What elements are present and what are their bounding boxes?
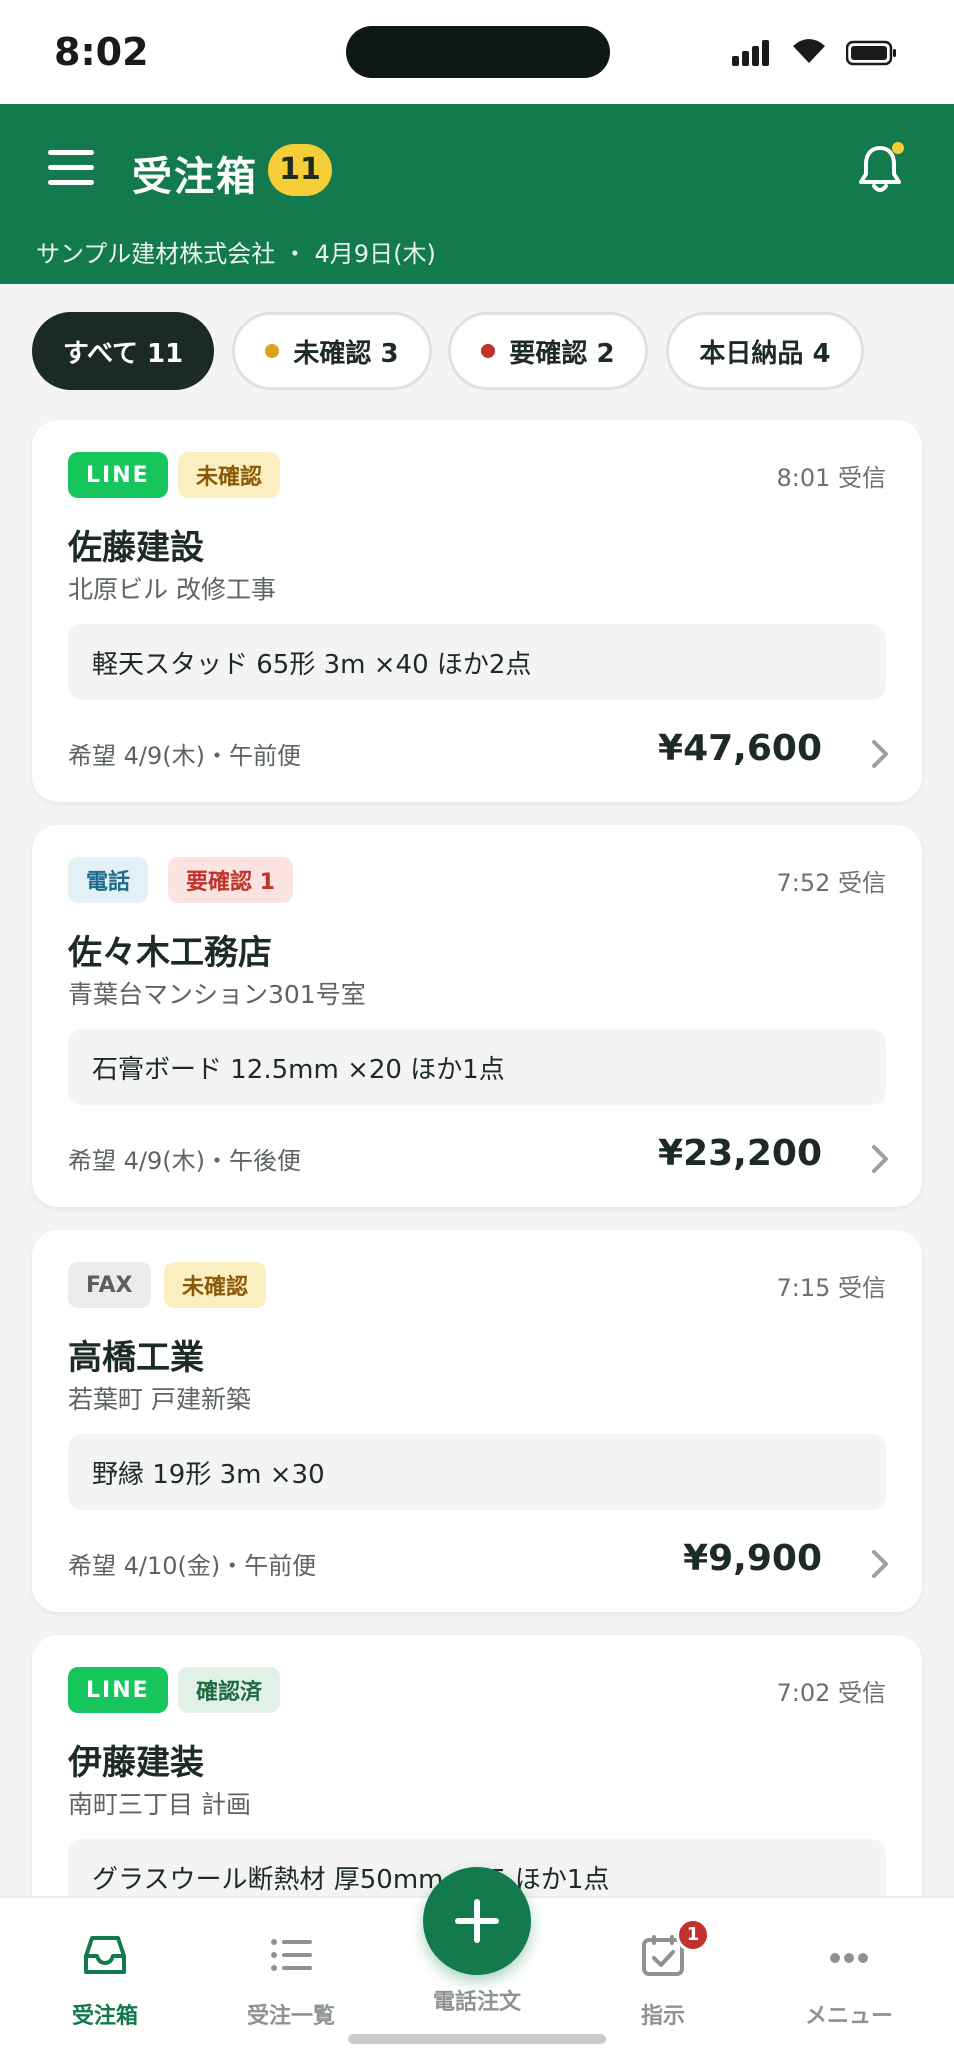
received-time: 7:52 受信 (776, 869, 886, 897)
home-indicator (348, 2034, 606, 2044)
nav-inbox[interactable]: 受注箱 (30, 1930, 180, 2030)
order-total: ¥23,200 (658, 1133, 822, 1174)
order-total: ¥47,600 (658, 728, 822, 769)
filter-chip-needs-check[interactable]: 要確認 2 (448, 312, 648, 390)
status-bar: 8:02 (0, 0, 954, 104)
more-icon (830, 1953, 868, 1963)
list-icon (271, 1939, 312, 1971)
chevron-right-icon (872, 740, 888, 768)
company-date: サンプル建材株式会社 ・ 4月9日(木) (36, 240, 436, 268)
status-dot (265, 344, 280, 358)
channel-tag: FAX (68, 1262, 151, 1308)
inbox-count-badge: 11 (268, 144, 332, 196)
hamburger-icon[interactable] (48, 150, 94, 186)
status-time: 8:02 (54, 30, 149, 74)
order-items: 石膏ボード 12.5mm ×20 ほか1点 (68, 1029, 886, 1105)
customer-name: 佐々木工務店 (68, 933, 272, 973)
order-card[interactable]: LINE 未確認 8:01 受信 佐藤建設 北原ビル 改修工事 軽天スタッド 6… (32, 420, 922, 802)
order-items: 野縁 19形 3m ×30 (68, 1434, 886, 1510)
bell-icon[interactable] (856, 142, 904, 194)
status-tag: 確認済 (178, 1667, 281, 1713)
plus-icon (455, 1899, 499, 1943)
received-time: 7:02 受信 (776, 1679, 886, 1707)
project-name: 若葉町 戸建新築 (68, 1385, 251, 1414)
project-name: 北原ビル 改修工事 (68, 575, 276, 604)
status-tag: 要確認 1 (168, 857, 293, 903)
chevron-right-icon (872, 1145, 888, 1173)
filter-chip-unconfirmed[interactable]: 未確認 3 (232, 312, 432, 390)
filter-chip-today-delivery[interactable]: 本日納品 4 (666, 312, 864, 390)
notification-dot (892, 142, 904, 154)
received-time: 8:01 受信 (776, 464, 886, 492)
channel-tag: LINE (68, 452, 168, 498)
phone-order-label: 電話注文 (432, 1990, 521, 2015)
chevron-right-icon (872, 1550, 888, 1578)
filter-chip-all[interactable]: すべて 11 (32, 312, 214, 390)
channel-tag: LINE (68, 1667, 168, 1713)
customer-name: 高橋工業 (68, 1338, 204, 1378)
project-name: 南町三丁目 計画 (68, 1790, 251, 1819)
delivery-request: 希望 4/9(木)・午前便 (68, 742, 301, 770)
order-total: ¥9,900 (683, 1538, 822, 1579)
received-time: 7:15 受信 (776, 1274, 886, 1302)
delivery-request: 希望 4/10(金)・午前便 (68, 1552, 317, 1580)
wifi-icon (793, 39, 825, 63)
signal-icon (732, 40, 772, 66)
order-card[interactable]: FAX 未確認 7:15 受信 高橋工業 若葉町 戸建新築 野縁 19形 3m … (32, 1230, 922, 1612)
inbox-icon (84, 1936, 126, 1974)
delivery-request: 希望 4/9(木)・午後便 (68, 1147, 301, 1175)
status-tag: 未確認 (178, 452, 281, 498)
add-phone-order-button[interactable] (423, 1867, 531, 1975)
channel-tag: 電話 (68, 857, 149, 903)
project-name: 青葉台マンション301号室 (68, 980, 366, 1009)
status-tag: 未確認 (164, 1262, 267, 1308)
nav-menu[interactable]: メニュー (774, 1930, 924, 2030)
customer-name: 佐藤建設 (68, 528, 204, 568)
page-title: 受注箱 (132, 154, 258, 200)
status-dot (481, 344, 496, 358)
instructions-badge: 1 (676, 1918, 710, 1952)
order-items: 軽天スタッド 65形 3m ×40 ほか2点 (68, 624, 886, 700)
nav-instructions[interactable]: 1 指示 (588, 1918, 738, 2030)
dynamic-island (346, 26, 610, 78)
customer-name: 伊藤建装 (68, 1743, 204, 1783)
order-card[interactable]: 電話 要確認 1 7:52 受信 佐々木工務店 青葉台マンション301号室 石膏… (32, 825, 922, 1207)
nav-order-list[interactable]: 受注一覧 (216, 1930, 366, 2030)
app-header: 受注箱 11 サンプル建材株式会社 ・ 4月9日(木) (0, 104, 954, 284)
battery-icon (846, 40, 896, 66)
